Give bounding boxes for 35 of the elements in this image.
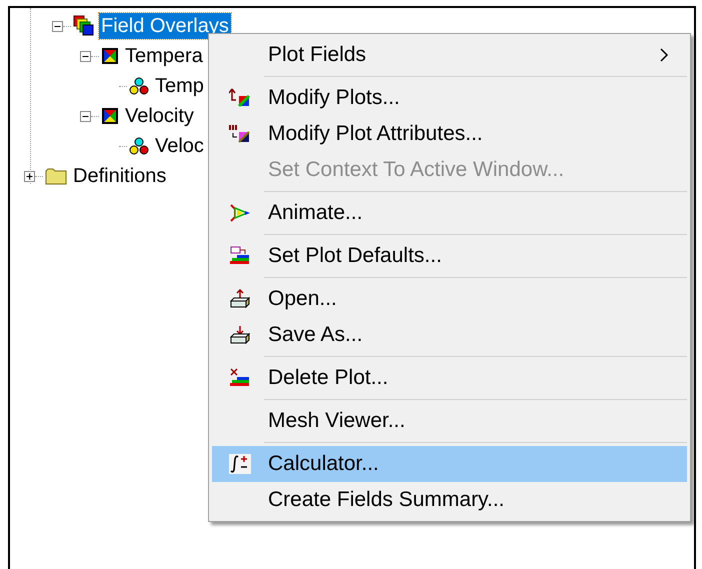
menu-item[interactable]: Delete Plot...: [212, 360, 687, 396]
menu-item[interactable]: Set Plot Defaults...: [212, 238, 687, 274]
plot-icon: [101, 107, 119, 125]
circles-icon: [129, 77, 149, 95]
layers-icon: [73, 15, 95, 37]
tree-item[interactable]: Temp: [153, 73, 206, 99]
plot-attributes-icon: [229, 124, 251, 144]
tree-item[interactable]: Velocity: [123, 103, 196, 129]
tree-item[interactable]: Tempera: [123, 43, 205, 69]
expand-icon[interactable]: [24, 170, 35, 182]
tree-item[interactable]: Field Overlays: [99, 13, 231, 39]
plot-defaults-icon: [229, 246, 251, 266]
menu-item[interactable]: Create Fields Summary...: [212, 482, 687, 518]
folder-icon: [45, 167, 67, 185]
tray-up-arrow-icon: [229, 289, 251, 309]
tree-item[interactable]: Veloc: [153, 133, 206, 159]
menu-item[interactable]: Mesh Viewer...: [212, 403, 687, 439]
plot-icon: [101, 47, 119, 65]
menu-item[interactable]: Plot Fields: [212, 37, 687, 73]
delete-plot-icon: [229, 368, 251, 388]
circles-icon: [129, 137, 149, 155]
integral-icon: [229, 454, 251, 474]
tray-down-arrow-icon: [229, 325, 251, 345]
collapse-icon[interactable]: [80, 50, 91, 62]
plot-edit-icon: [229, 88, 251, 108]
collapse-icon[interactable]: [52, 20, 63, 32]
menu-item[interactable]: Modify Plot Attributes...: [212, 116, 687, 152]
menu-item[interactable]: Calculator...: [212, 446, 687, 482]
tree-item[interactable]: Definitions: [71, 163, 168, 189]
menu-item[interactable]: Open...: [212, 281, 687, 317]
collapse-icon[interactable]: [80, 110, 91, 122]
menu-item[interactable]: Modify Plots...: [212, 80, 687, 116]
menu-item[interactable]: Save As...: [212, 317, 687, 353]
menu-item[interactable]: Animate...: [212, 195, 687, 231]
play-icon: [229, 203, 251, 223]
